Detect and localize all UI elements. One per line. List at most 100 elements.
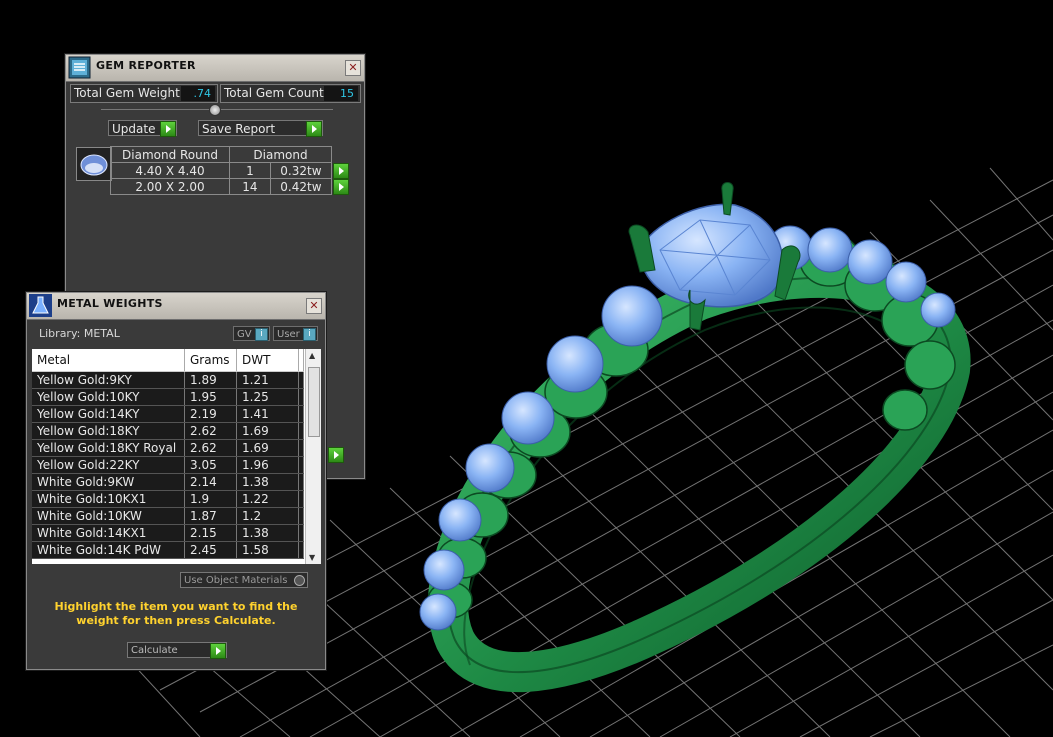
update-button[interactable]: Update [108,120,177,137]
play-arrow-icon[interactable] [328,447,344,463]
gem-reporter-title: GEM REPORTER [96,59,196,72]
save-report-label: Save Report [202,122,276,136]
play-arrow-icon[interactable] [210,643,226,659]
grams-value: 1.87 [184,507,237,525]
grams-value: 2.15 [184,524,237,542]
table-row[interactable]: White Gold:14K PdW 2.45 1.58 [32,541,304,559]
dwt-value: 1.96 [236,456,299,474]
column-header-grams[interactable]: Grams [184,349,237,372]
ring-model[interactable] [419,182,971,693]
total-gem-count-field: Total Gem Count 15 [220,84,361,103]
scroll-thumb[interactable] [308,367,320,437]
dwt-value: 1.41 [236,405,299,423]
table-row[interactable]: Yellow Gold:18KY 2.62 1.69 [32,422,304,440]
table-row[interactable]: 4.40 X 4.40 1 0.32tw [110,162,350,179]
diamond-round-icon [76,147,112,181]
table-row[interactable]: White Gold:14KX1 2.15 1.38 [32,524,304,542]
row-spacer [298,507,304,525]
update-button-label: Update [112,122,156,136]
grams-value: 1.9 [184,490,237,508]
row-spacer [298,473,304,491]
row-spacer [298,422,304,440]
close-icon[interactable]: ✕ [306,298,322,314]
row-spacer [298,490,304,508]
radio-icon[interactable] [294,575,305,586]
metal-weights-titlebar[interactable]: METAL WEIGHTS ✕ [27,293,325,320]
grams-value: 2.14 [184,473,237,491]
row-spacer [298,405,304,423]
dwt-value: 1.69 [236,422,299,440]
scroll-down-icon[interactable]: ▼ [309,553,315,562]
table-row[interactable]: Yellow Gold:14KY 2.19 1.41 [32,405,304,423]
table-row[interactable]: Yellow Gold:9KY 1.89 1.21 [32,371,304,389]
table-row[interactable]: 2.00 X 2.00 14 0.42tw [110,178,350,195]
gem-count: 14 [229,178,271,195]
table-row[interactable]: Yellow Gold:10KY 1.95 1.25 [32,388,304,406]
calculate-label: Calculate [131,645,178,656]
metal-name: White Gold:10KX1 [32,490,185,508]
info-icon[interactable]: i [303,328,316,341]
grams-value: 2.19 [184,405,237,423]
grams-value: 1.95 [184,388,237,406]
metal-list[interactable]: Metal Grams DWT Yellow Gold:9KY 1.89 1.21 Y… [32,349,321,564]
scroll-up-icon[interactable]: ▲ [309,351,315,360]
metal-name: Yellow Gold:14KY [32,405,185,423]
row-spacer [298,541,304,559]
dwt-value: 1.22 [236,490,299,508]
vertical-scrollbar[interactable]: ▲ ▼ [305,349,321,564]
total-gem-weight-value: .74 [181,86,215,101]
header-shape: Diamond Round [110,146,230,163]
calculate-button[interactable]: Calculate [127,642,227,659]
dwt-value: 1.2 [236,507,299,525]
library-label: Library: METAL [39,327,120,340]
user-toggle[interactable]: User i [273,326,318,341]
use-object-materials-toggle[interactable]: Use Object Materials [180,572,308,588]
table-row[interactable]: White Gold:10KW 1.87 1.2 [32,507,304,525]
dwt-value: 1.38 [236,524,299,542]
metal-name: White Gold:14K PdW [32,541,185,559]
dwt-value: 1.21 [236,371,299,389]
gem-count: 1 [229,162,271,179]
dwt-value: 1.69 [236,439,299,457]
play-arrow-icon[interactable] [333,162,349,179]
grams-value: 2.62 [184,422,237,440]
total-gem-count-label: Total Gem Count [224,86,324,100]
metal-weights-panel: METAL WEIGHTS ✕ Library: METAL GV i User… [26,292,326,670]
save-report-button[interactable]: Save Report [198,120,323,137]
dwt-value: 1.38 [236,473,299,491]
info-icon[interactable]: i [255,328,268,341]
gem-report-icon [68,56,91,79]
gem-table: Diamond Round Diamond 4.40 X 4.40 1 0.32… [110,146,350,195]
gem-size: 2.00 X 2.00 [110,178,230,195]
table-row[interactable]: Yellow Gold:22KY 3.05 1.96 [32,456,304,474]
play-arrow-icon[interactable] [306,121,322,137]
dwt-value: 1.58 [236,541,299,559]
use-object-materials-label: Use Object Materials [184,575,288,586]
total-gem-count-value: 15 [324,86,358,101]
gem-weight: 0.42tw [269,178,333,195]
instruction-text: Highlight the item you want to find the … [54,600,298,627]
row-spacer [298,439,304,457]
row-spacer [298,524,304,542]
table-row[interactable]: White Gold:10KX1 1.9 1.22 [32,490,304,508]
metal-name: Yellow Gold:18KY Royal [32,439,185,457]
close-icon[interactable]: ✕ [345,60,361,76]
metal-table: Metal Grams DWT Yellow Gold:9KY 1.89 1.21 Y… [32,349,304,559]
column-header-metal[interactable]: Metal [32,349,185,372]
play-arrow-icon[interactable] [333,178,350,195]
gem-weight: 0.32tw [269,162,333,179]
grams-value: 2.62 [184,439,237,457]
table-row[interactable]: White Gold:9KW 2.14 1.38 [32,473,304,491]
column-header-dwt[interactable]: DWT [236,349,299,372]
header-type: Diamond [229,146,332,163]
table-row[interactable]: Yellow Gold:18KY Royal 2.62 1.69 [32,439,304,457]
gv-toggle-label: GV [237,329,252,340]
gv-toggle[interactable]: GV i [233,326,270,341]
metal-name: White Gold:9KW [32,473,185,491]
splitter-handle[interactable] [209,104,221,116]
gem-reporter-titlebar[interactable]: GEM REPORTER ✕ [66,55,364,82]
metal-name: White Gold:14KX1 [32,524,185,542]
grams-value: 1.89 [184,371,237,389]
metal-name: Yellow Gold:10KY [32,388,185,406]
play-arrow-icon[interactable] [160,121,176,137]
